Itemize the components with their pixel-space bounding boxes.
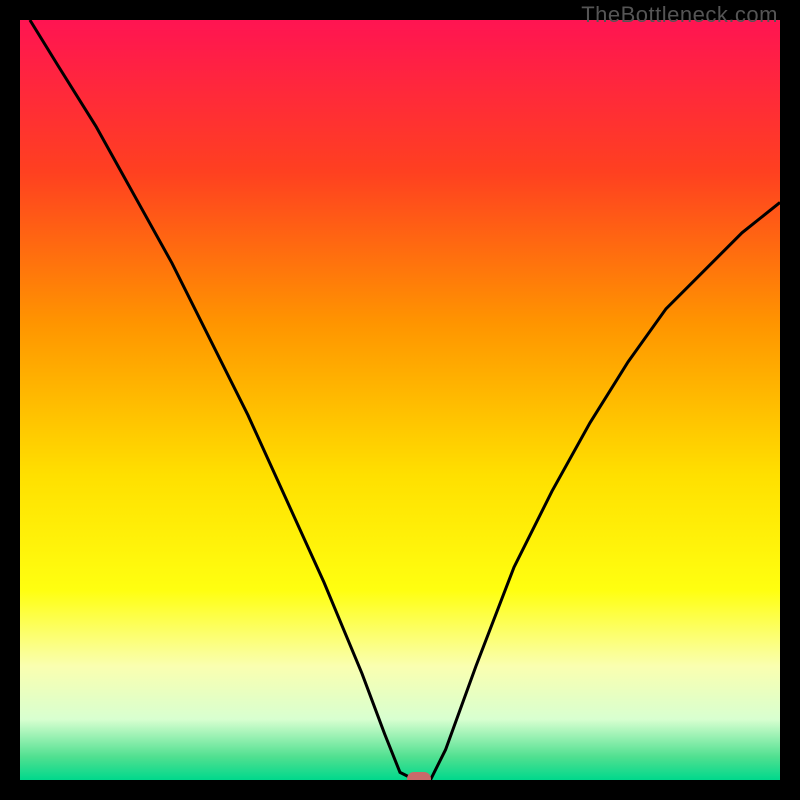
bottleneck-curve: [20, 20, 780, 780]
chart-plot-area: [20, 20, 780, 780]
watermark: TheBottleneck.com: [581, 2, 778, 28]
minimum-marker: [407, 772, 431, 780]
